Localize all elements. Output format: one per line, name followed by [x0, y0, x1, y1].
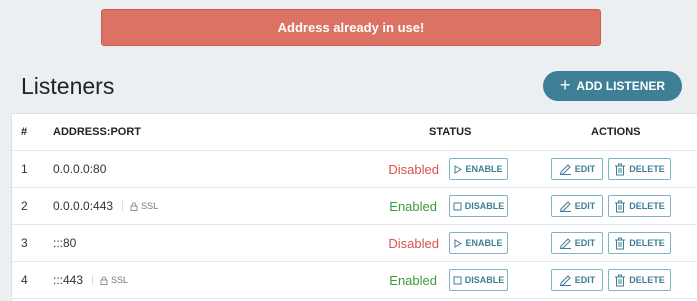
- status-text: Disabled: [388, 161, 439, 177]
- stop-icon: [453, 276, 462, 285]
- delete-button[interactable]: DELETE: [608, 269, 671, 291]
- status-text: Enabled: [389, 198, 437, 214]
- table-row: 1 0.0.0.0:80 Disabled ENABLE EDIT DELETE: [12, 151, 697, 188]
- disable-button[interactable]: DISABLE: [449, 195, 508, 217]
- ssl-label: SSL: [141, 201, 159, 211]
- add-listener-button[interactable]: + ADD LISTENER: [543, 71, 682, 101]
- add-listener-label: ADD LISTENER: [576, 79, 666, 93]
- table-row: 2 0.0.0.0:443 SSL Enabled DISABLE EDIT DELETE: [12, 188, 697, 225]
- delete-button[interactable]: DELETE: [608, 232, 671, 254]
- row-address: 0.0.0.0:80: [53, 151, 106, 187]
- toggle-label: ENABLE: [465, 164, 503, 174]
- pencil-icon: [559, 237, 572, 249]
- address-text: :::443: [53, 273, 84, 287]
- stop-icon: [453, 202, 462, 211]
- address-text: :::80: [53, 236, 77, 250]
- delete-button[interactable]: DELETE: [608, 195, 671, 217]
- toggle-label: DISABLE: [464, 275, 505, 285]
- trash-icon: [614, 237, 626, 250]
- pencil-icon: [559, 163, 572, 175]
- trash-icon: [614, 274, 626, 287]
- row-address: :::80: [53, 225, 76, 261]
- lock-icon: [100, 276, 108, 285]
- ssl-badge: SSL: [92, 275, 128, 285]
- row-number: 1: [21, 162, 28, 176]
- ssl-label: SSL: [111, 275, 129, 285]
- edit-label: EDIT: [574, 164, 596, 174]
- error-alert: Address already in use!: [101, 9, 601, 46]
- row-number: 2: [21, 199, 28, 213]
- toggle-label: DISABLE: [464, 201, 505, 211]
- edit-button[interactable]: EDIT: [551, 158, 603, 180]
- table-row: 3:::80 Disabled ENABLE EDIT DELETE: [12, 225, 697, 262]
- header-address: ADDRESS:PORT: [53, 126, 142, 138]
- edit-label: EDIT: [574, 238, 596, 248]
- header-num: #: [21, 126, 28, 138]
- trash-icon: [614, 163, 626, 176]
- lock-icon: [130, 202, 138, 211]
- alert-message: Address already in use!: [277, 20, 425, 35]
- enable-button[interactable]: ENABLE: [449, 158, 508, 180]
- pencil-icon: [559, 200, 572, 212]
- row-address: 0.0.0.0:443 SSL: [53, 188, 158, 224]
- edit-label: EDIT: [574, 201, 596, 211]
- trash-icon: [614, 200, 626, 213]
- edit-button[interactable]: EDIT: [551, 269, 603, 291]
- edit-button[interactable]: EDIT: [551, 195, 603, 217]
- delete-label: DELETE: [629, 164, 665, 174]
- page-title: Listeners: [21, 73, 115, 99]
- row-address: :::443 SSL: [53, 262, 128, 298]
- address-text: 0.0.0.0:443: [53, 199, 114, 213]
- delete-label: DELETE: [629, 275, 665, 285]
- row-number: 3: [21, 236, 28, 250]
- edit-label: EDIT: [574, 275, 596, 285]
- pencil-icon: [559, 274, 572, 286]
- edit-button[interactable]: EDIT: [551, 232, 603, 254]
- plus-icon: +: [559, 75, 571, 95]
- play-icon: [454, 164, 463, 174]
- status-text: Disabled: [388, 235, 439, 251]
- enable-button[interactable]: ENABLE: [449, 232, 508, 254]
- table-row: 4:::443 SSL Enabled DISABLE EDIT DELETE: [12, 262, 697, 299]
- play-icon: [454, 238, 463, 248]
- delete-button[interactable]: DELETE: [608, 158, 671, 180]
- header-status: STATUS: [429, 126, 472, 138]
- listeners-table: # ADDRESS:PORT STATUS ACTIONS 1 0.0.0.0:8…: [11, 113, 697, 301]
- status-text: Enabled: [389, 272, 437, 288]
- disable-button[interactable]: DISABLE: [449, 269, 508, 291]
- header-actions: ACTIONS: [591, 126, 641, 138]
- toggle-label: ENABLE: [465, 238, 503, 248]
- ssl-badge: SSL: [122, 201, 158, 211]
- delete-label: DELETE: [629, 238, 665, 248]
- address-text: 0.0.0.0:80: [53, 162, 107, 176]
- table-header: # ADDRESS:PORT STATUS ACTIONS: [12, 114, 697, 151]
- row-number: 4: [21, 273, 28, 287]
- delete-label: DELETE: [629, 201, 665, 211]
